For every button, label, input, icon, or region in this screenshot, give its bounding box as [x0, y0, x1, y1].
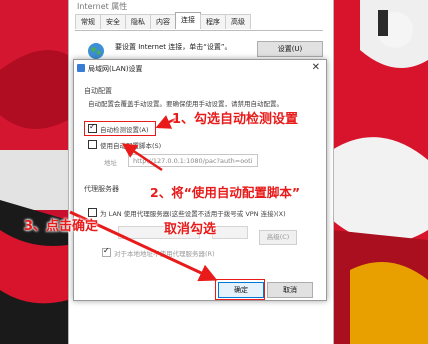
script-address-field[interactable]: http://127.0.0.1:1080/pac?auth=ooti	[128, 154, 258, 167]
tab-bar: 常规 安全 隐私 内容 连接 程序 高级	[75, 12, 251, 30]
tab-divider	[75, 30, 323, 31]
use-script-checkbox[interactable]	[88, 140, 97, 149]
close-icon[interactable]: ✕	[312, 62, 320, 73]
tab-advanced[interactable]: 高级	[225, 14, 251, 29]
cancel-button[interactable]: 取消	[267, 282, 313, 298]
setup-button[interactable]: 设置(U)	[257, 41, 323, 57]
bypass-local-label: 对于本地地址不使用代理服务器(R)	[114, 250, 215, 258]
lan-settings-dialog: 局域网(LAN)设置 ✕ 自动配置 自动配置会覆盖手动设置。要确保使用手动设置，…	[73, 59, 327, 301]
setup-instruction: 要设置 Internet 连接，单击“设置”。	[115, 43, 232, 51]
dialog-title: 局域网(LAN)设置	[88, 65, 143, 73]
tab-content[interactable]: 内容	[150, 14, 176, 29]
tab-general[interactable]: 常规	[75, 14, 101, 29]
network-icon	[77, 64, 85, 72]
window-title: Internet 属性	[77, 2, 128, 11]
globe-icon	[88, 43, 104, 59]
tab-connections[interactable]: 连接	[175, 12, 201, 29]
tab-programs[interactable]: 程序	[200, 14, 226, 29]
use-proxy-label: 为 LAN 使用代理服务器(这些设置不适用于拨号或 VPN 连接)(X)	[100, 210, 286, 218]
auto-config-group-title: 自动配置	[84, 87, 112, 95]
advanced-button[interactable]: 高级(C)	[259, 230, 297, 245]
annotation-step2-line1: 2、将“使用自动配置脚本”	[150, 185, 301, 200]
auto-detect-checkbox[interactable]	[88, 122, 97, 133]
annotation-step3: 3、点击确定	[24, 219, 99, 234]
annotation-step2-line2: 取消勾选	[164, 222, 217, 237]
tab-security[interactable]: 安全	[100, 14, 126, 29]
proxy-port-field[interactable]	[212, 226, 248, 239]
bypass-local-checkbox[interactable]	[102, 246, 111, 257]
use-script-label: 使用自动配置脚本(S)	[100, 142, 162, 150]
address-label: 地址	[104, 159, 117, 167]
auto-detect-label: 自动检测设置(A)	[100, 126, 149, 134]
ok-button[interactable]: 确定	[218, 282, 264, 298]
tab-privacy[interactable]: 隐私	[125, 14, 151, 29]
auto-config-description: 自动配置会覆盖手动设置。要确保使用手动设置，请禁用自动配置。	[88, 100, 283, 108]
proxy-group-title: 代理服务器	[84, 185, 119, 193]
annotation-step1: 1、勾选自动检测设置	[172, 112, 299, 127]
